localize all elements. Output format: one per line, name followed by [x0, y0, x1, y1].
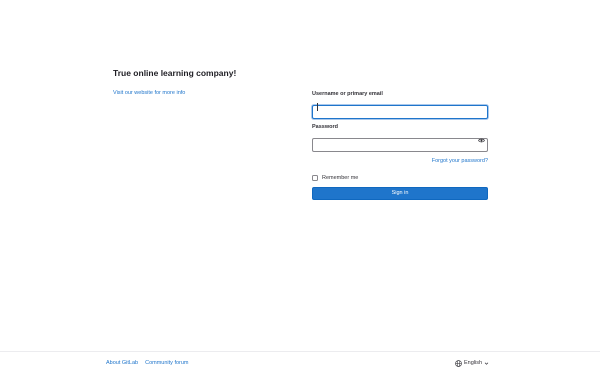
footer-links: About GitLab Community forum	[106, 359, 189, 367]
language-label[interactable]: English	[464, 359, 482, 367]
about-gitlab-link[interactable]: About GitLab	[106, 359, 138, 367]
remember-me-checkbox[interactable]	[312, 175, 318, 181]
language-switcher[interactable]: English	[455, 359, 489, 367]
brand-title: True online learning company!	[113, 68, 237, 78]
username-input[interactable]	[312, 105, 488, 119]
sign-in-page: True online learning company! Visit our …	[0, 0, 600, 375]
remember-me-label[interactable]: Remember me	[322, 174, 358, 182]
text-cursor	[317, 103, 318, 111]
footer: About GitLab Community forum English	[0, 351, 600, 375]
password-field-wrap	[312, 133, 488, 152]
sign-in-form: Username or primary email Password Forgo…	[312, 90, 488, 200]
community-forum-link[interactable]: Community forum	[145, 359, 188, 367]
username-label: Username or primary email	[312, 91, 383, 97]
forgot-password-link[interactable]: Forgot your password?	[432, 158, 488, 164]
eye-icon[interactable]	[476, 135, 486, 145]
chevron-down-icon[interactable]	[484, 361, 489, 366]
username-field-wrap	[312, 100, 488, 119]
password-input[interactable]	[312, 138, 488, 152]
remember-me-row[interactable]: Remember me	[312, 174, 488, 182]
brand-panel: True online learning company! Visit our …	[113, 67, 313, 99]
website-link[interactable]: Visit our website for more info	[113, 89, 185, 97]
globe-icon	[455, 359, 462, 367]
password-label: Password	[312, 124, 338, 130]
sign-in-button[interactable]: Sign in	[312, 187, 488, 200]
